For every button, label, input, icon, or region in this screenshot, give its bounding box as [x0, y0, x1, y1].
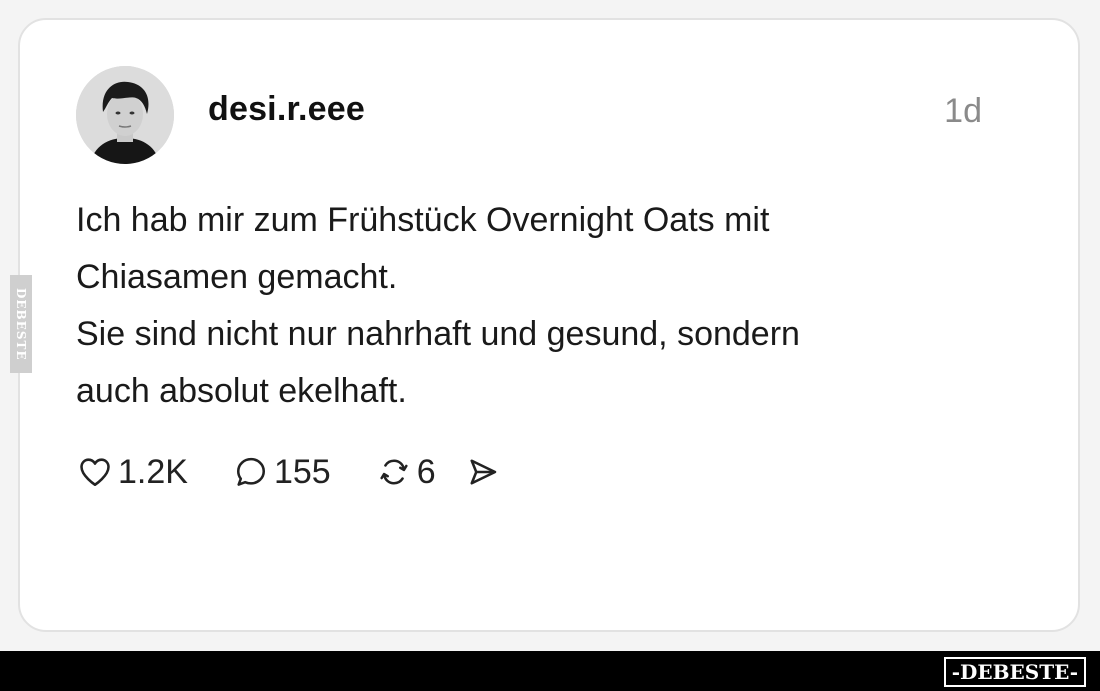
heart-icon [76, 453, 114, 491]
side-watermark: DEBESTE [10, 275, 32, 373]
reply-count: 155 [273, 452, 331, 491]
repost-button[interactable]: 6 [375, 453, 436, 492]
speech-bubble-icon [232, 453, 270, 491]
post-card: desi.r.eee 1d Ich hab mir zum Frühstück … [18, 18, 1080, 632]
post-timestamp: 1d [944, 92, 982, 130]
action-bar: 1.2K 155 6 [76, 450, 502, 494]
avatar[interactable] [76, 66, 174, 164]
like-count: 1.2K [118, 452, 188, 491]
watermark-logo: -DEBESTE- [943, 657, 1086, 687]
avatar-photo-icon [76, 66, 174, 164]
post-text-line: auch absolut ekelhaft. [76, 372, 407, 410]
post-text-line: Sie sind nicht nur nahrhaft und gesund, … [76, 315, 800, 353]
footer-bar: -DEBESTE- [0, 651, 1100, 691]
repost-count: 6 [416, 452, 436, 491]
post-text-line: Chiasamen gemacht. [76, 258, 398, 296]
reply-button[interactable]: 155 [232, 453, 331, 492]
post-text-line: Ich hab mir zum Frühstück Overnight Oats… [76, 201, 770, 239]
username[interactable]: desi.r.eee [208, 90, 365, 129]
repost-arrows-icon [375, 453, 413, 491]
share-button[interactable] [464, 453, 502, 491]
send-icon [464, 453, 502, 491]
post-text: Ich hab mir zum Frühstück Overnight Oats… [76, 192, 976, 420]
like-button[interactable]: 1.2K [76, 453, 188, 492]
